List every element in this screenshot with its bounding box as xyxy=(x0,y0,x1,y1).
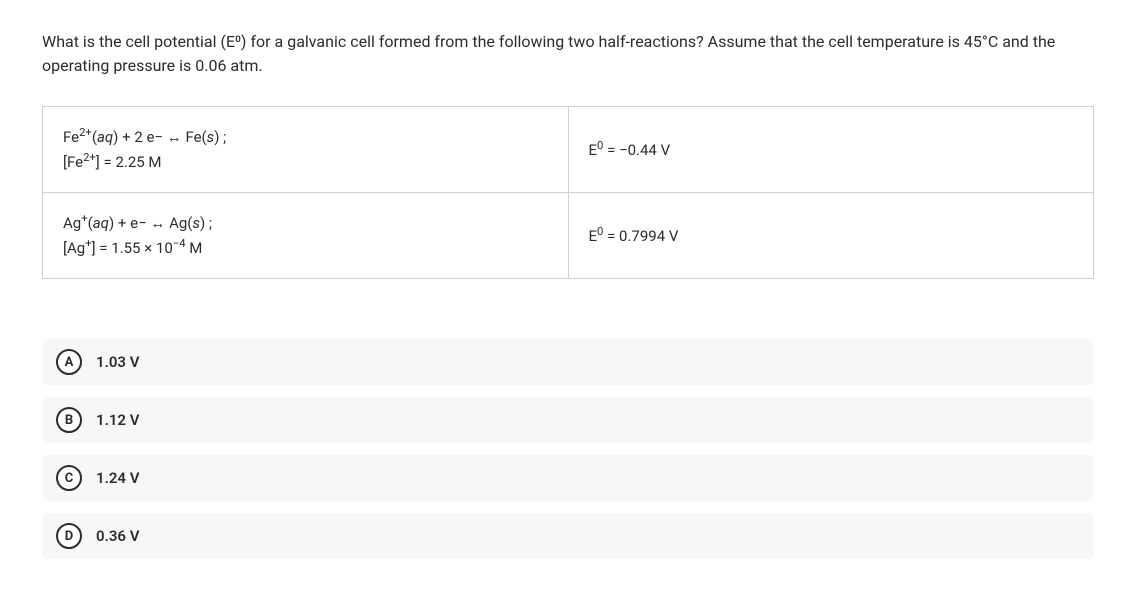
reaction-cell-1: Fe2+(aq) + 2 e− ↔ Fe(s) ;[Fe2+] = 2.25 M xyxy=(43,107,569,193)
option-text-a: 1.03 V xyxy=(96,353,139,371)
option-a[interactable]: A 1.03 V xyxy=(42,339,1094,385)
option-letter-d: D xyxy=(56,523,82,549)
option-text-c: 1.24 V xyxy=(96,469,139,487)
potential-cell-2: E0 = 0.7994 V xyxy=(568,193,1094,279)
option-text-d: 0.36 V xyxy=(96,527,139,545)
option-letter-a: A xyxy=(56,349,82,375)
option-letter-b: B xyxy=(56,407,82,433)
potential-cell-1: E0 = −0.44 V xyxy=(568,107,1094,193)
reaction-cell-2: Ag+(aq) + e− ↔ Ag(s) ;[Ag+] = 1.55 × 10−… xyxy=(43,193,569,279)
reactions-table: Fe2+(aq) + 2 e− ↔ Fe(s) ;[Fe2+] = 2.25 M… xyxy=(42,106,1094,279)
option-text-b: 1.12 V xyxy=(96,411,139,429)
table-row: Ag+(aq) + e− ↔ Ag(s) ;[Ag+] = 1.55 × 10−… xyxy=(43,193,1094,279)
question-prompt: What is the cell potential (E⁰) for a ga… xyxy=(42,30,1094,78)
options-container: A 1.03 V B 1.12 V C 1.24 V D 0.36 V xyxy=(42,339,1094,559)
option-c[interactable]: C 1.24 V xyxy=(42,455,1094,501)
option-d[interactable]: D 0.36 V xyxy=(42,513,1094,559)
option-b[interactable]: B 1.12 V xyxy=(42,397,1094,443)
option-letter-c: C xyxy=(56,465,82,491)
table-row: Fe2+(aq) + 2 e− ↔ Fe(s) ;[Fe2+] = 2.25 M… xyxy=(43,107,1094,193)
